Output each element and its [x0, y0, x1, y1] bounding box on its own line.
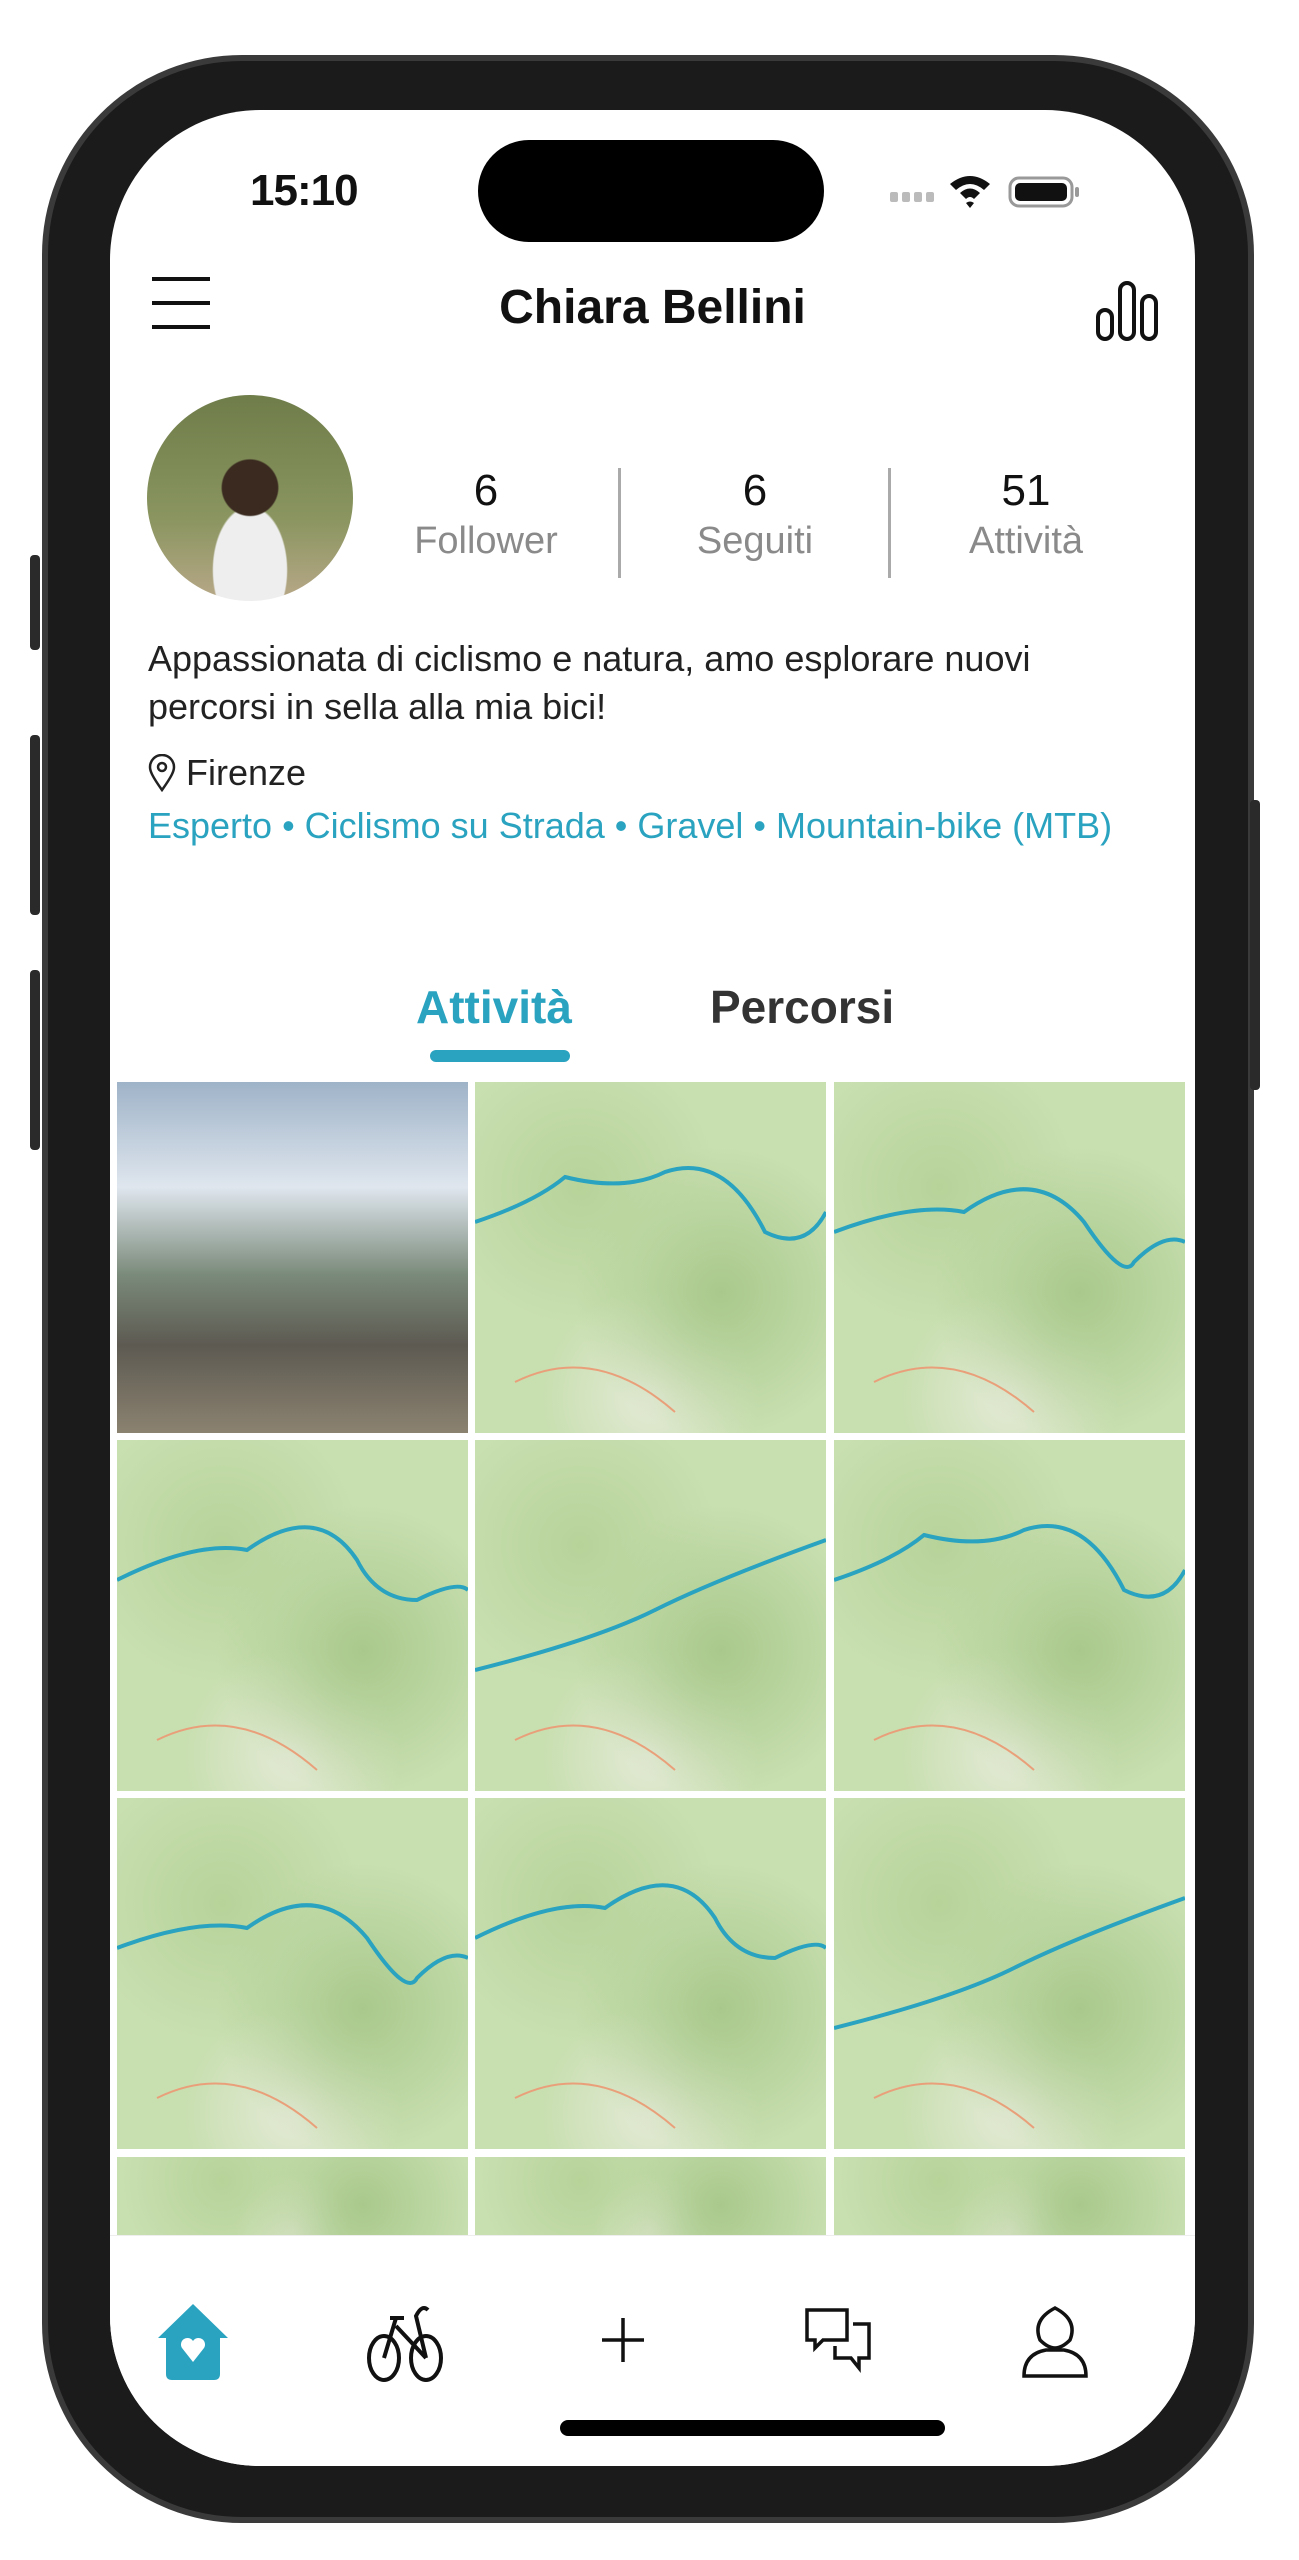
stat-value: 6	[473, 466, 499, 515]
bar-chart-icon	[1096, 281, 1158, 341]
route-line	[117, 1525, 468, 1771]
stat-value: 51	[1001, 466, 1051, 515]
stat-label: Seguiti	[696, 520, 814, 562]
route-line	[834, 1524, 1185, 1771]
location: Firenze	[148, 752, 306, 794]
status-time: 15:10	[250, 166, 359, 215]
route-line	[475, 1538, 826, 1771]
route-line	[475, 2157, 826, 2237]
page-title: Chiara Bellini	[499, 281, 806, 334]
stats-button[interactable]	[1095, 280, 1159, 347]
dynamic-island	[478, 140, 824, 242]
volume-up-button	[30, 735, 40, 915]
activity-map[interactable]	[834, 2157, 1185, 2237]
activity-map[interactable]	[475, 1082, 826, 1433]
volume-down-button	[30, 970, 40, 1150]
profile-icon	[1022, 2306, 1088, 2378]
activity-map[interactable]	[475, 2157, 826, 2237]
screen: 15:10 Chiara Bellini 6 Follower 6 Seguiti …	[110, 110, 1195, 2466]
activity-map[interactable]	[834, 1798, 1185, 2149]
home-indicator[interactable]	[560, 2420, 945, 2436]
activity-map[interactable]	[117, 2157, 468, 2237]
tab-routes[interactable]: Percorsi	[710, 980, 894, 1034]
stat-followers[interactable]: 6 Follower	[366, 466, 606, 563]
action-button	[30, 555, 40, 650]
route-line	[834, 2157, 1185, 2237]
route-line	[117, 2157, 468, 2237]
stat-value: 6	[742, 466, 768, 515]
route-line	[834, 1187, 1185, 1413]
activity-map[interactable]	[475, 1798, 826, 2149]
activity-map[interactable]	[834, 1440, 1185, 1791]
location-pin-icon	[148, 754, 176, 792]
bio: Appassionata di ciclismo e natura, amo e…	[148, 638, 1031, 727]
status-icons	[890, 172, 1150, 217]
route-line	[475, 1883, 826, 2129]
tab-add[interactable]	[578, 2296, 668, 2386]
activity-map[interactable]	[117, 1798, 468, 2149]
tab-profile[interactable]	[1010, 2296, 1100, 2386]
divider	[618, 468, 621, 578]
stat-label: Attività	[968, 520, 1084, 562]
divider	[888, 468, 891, 578]
stat-following[interactable]: 6 Seguiti	[635, 466, 875, 563]
route-line	[834, 1896, 1185, 2129]
power-button	[1250, 800, 1260, 1090]
activity-map[interactable]	[117, 1440, 468, 1791]
avatar[interactable]	[147, 395, 353, 601]
tab-activities[interactable]: Attività	[416, 980, 572, 1034]
tab-activities-nav[interactable]	[360, 2296, 450, 2386]
location-text: Firenze	[186, 752, 307, 793]
route-line	[117, 1903, 468, 2129]
stat-activities[interactable]: 51 Attività	[906, 466, 1146, 563]
bike-icon	[367, 2306, 443, 2382]
chat-icon	[805, 2308, 871, 2373]
tags: Esperto • Ciclismo su Strada • Gravel • …	[148, 805, 1113, 846]
signal-wifi-battery-icon	[890, 176, 1079, 208]
tab-messages[interactable]	[795, 2296, 885, 2386]
route-line	[475, 1166, 826, 1413]
activity-map[interactable]	[475, 1440, 826, 1791]
activity-photo[interactable]	[117, 1082, 468, 1433]
activity-map[interactable]	[834, 1082, 1185, 1433]
stat-label: Follower	[414, 520, 558, 562]
tab-home[interactable]	[148, 2296, 238, 2386]
home-icon	[158, 2304, 228, 2380]
plus-icon	[602, 2318, 644, 2362]
active-tab-indicator	[430, 1050, 570, 1062]
